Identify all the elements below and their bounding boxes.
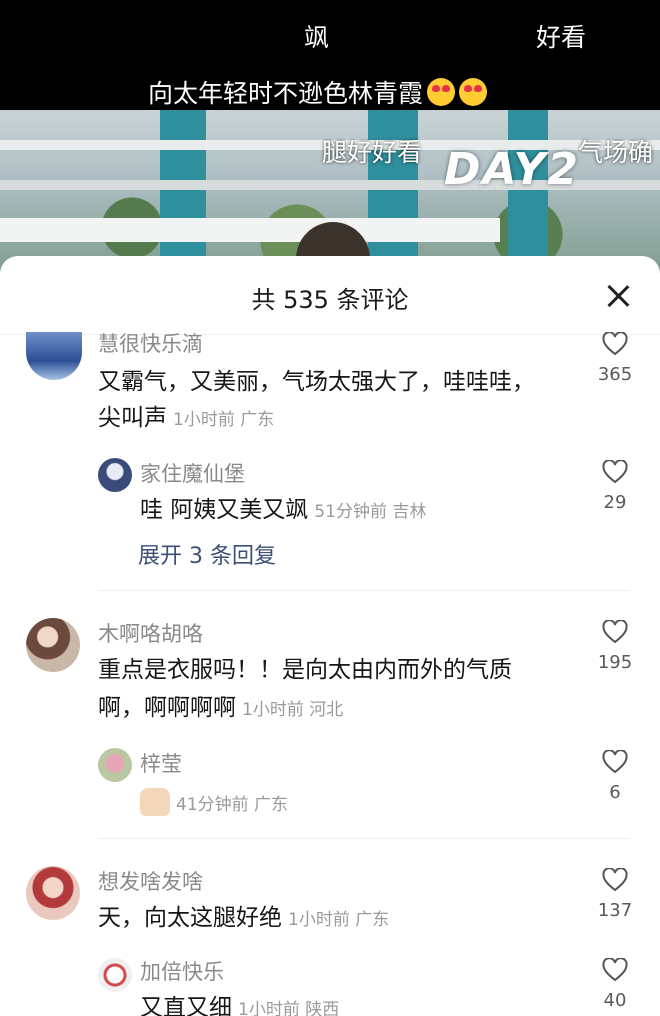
like-button[interactable]: 29 (582, 460, 648, 513)
heart-icon (602, 868, 628, 892)
like-count: 195 (597, 652, 633, 673)
heart-icon (602, 750, 628, 774)
danmu-2: 好看 (536, 23, 587, 52)
close-icon[interactable] (606, 284, 630, 308)
avatar[interactable] (26, 866, 80, 920)
comment-meta: 1小时前 广东 (288, 910, 390, 930)
like-count: 6 (609, 782, 621, 803)
avatar[interactable] (98, 958, 132, 992)
like-button[interactable]: 137 (582, 868, 648, 921)
reply-username[interactable]: 加倍快乐 (140, 956, 224, 986)
reply-text-line: 哇 阿姨又美又飒 51分钟前 吉林 (140, 488, 426, 534)
avatar[interactable] (98, 458, 132, 492)
like-count: 137 (597, 900, 633, 921)
like-count: 365 (597, 364, 633, 385)
danmu-5: 气场确 (578, 138, 654, 167)
heart-icon (602, 958, 628, 982)
comment-username[interactable]: 木啊咯胡咯 (98, 618, 203, 648)
reply-username[interactable]: 家住魔仙堡 (140, 458, 245, 488)
comment-text-cont: 尖叫声 (98, 405, 167, 431)
reply-text: 又直又细 (140, 995, 232, 1016)
reply-text-line: 又直又细 1小时前 陕西 (140, 986, 339, 1016)
danmu-4: 腿好好看 (322, 138, 423, 167)
avatar[interactable] (98, 748, 132, 782)
like-button[interactable]: 6 (582, 750, 648, 803)
reply-username[interactable]: 梓莹 (140, 748, 182, 778)
divider (98, 838, 630, 839)
avatar[interactable] (26, 618, 80, 672)
heart-icon (602, 332, 628, 356)
thumbs-up-emoji-icon (140, 788, 170, 816)
heart-eyes-emoji-icon (427, 78, 456, 106)
heart-icon (602, 620, 628, 644)
comment-sheet-header: 共 535 条评论 (0, 256, 660, 335)
like-count: 40 (603, 990, 627, 1011)
reply-meta: 1小时前 陕西 (238, 1000, 340, 1016)
reply-text-line: 41分钟前 广东 (140, 780, 288, 827)
like-count: 29 (603, 492, 627, 513)
reply-text: 哇 阿姨又美又飒 (140, 497, 309, 523)
comment-text-line: 天，向太这腿好绝 1小时前 广东 (98, 896, 389, 942)
comment-text-line2: 啊，啊啊啊啊 1小时前 河北 (98, 686, 343, 732)
comment-sheet: 共 535 条评论 慧很快乐滴 又霸气，又美丽，气场太强大了，哇哇哇， 尖叫声 1… (0, 256, 660, 1016)
reply-meta: 51分钟前 吉林 (314, 502, 427, 522)
danmu-1: 飒 (304, 23, 330, 52)
like-button[interactable]: 40 (582, 958, 648, 1011)
like-button[interactable]: 365 (582, 332, 648, 385)
danmu-3-text: 向太年轻时不逊色林青霞 (148, 79, 424, 108)
comment-text-cont: 啊，啊啊啊啊 (98, 695, 236, 721)
video-overlay-day2: DAY2 (444, 144, 581, 195)
expand-replies-link[interactable]: 展开 3 条回复 (138, 538, 276, 570)
comment-text: 天，向太这腿好绝 (98, 905, 282, 931)
heart-eyes-emoji-icon (459, 78, 488, 106)
avatar[interactable] (26, 332, 82, 380)
reply-meta: 41分钟前 广东 (176, 795, 289, 815)
comment-username[interactable]: 慧很快乐滴 (98, 328, 203, 358)
video-player[interactable]: 飒 好看 向太年轻时不逊色林青霞 腿好好看 气场确 DAY2 (0, 0, 660, 280)
like-button[interactable]: 195 (582, 620, 648, 673)
danmu-3: 向太年轻时不逊色林青霞 (148, 74, 488, 110)
divider (98, 590, 630, 591)
comment-username[interactable]: 想发啥发啥 (98, 866, 203, 896)
comment-meta: 1小时前 广东 (173, 410, 275, 430)
comment-meta: 1小时前 河北 (242, 700, 344, 720)
comment-text-line2: 尖叫声 1小时前 广东 (98, 396, 274, 442)
comment-count-title: 共 535 条评论 (251, 286, 409, 314)
heart-icon (602, 460, 628, 484)
